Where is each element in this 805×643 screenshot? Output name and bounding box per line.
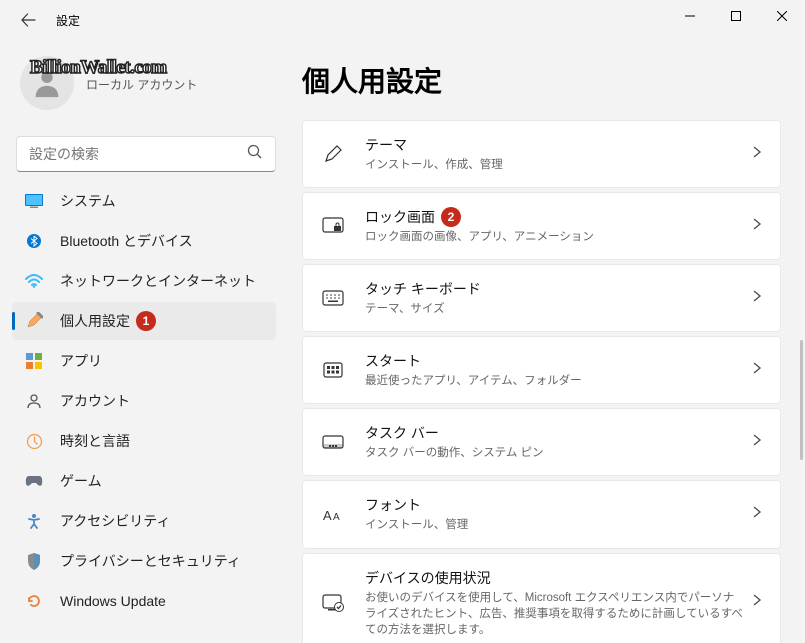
- nav-item-accounts[interactable]: アカウント: [12, 382, 276, 420]
- nav-label: プライバシーとセキュリティ: [60, 551, 241, 571]
- annotation-badge: 1: [136, 311, 156, 331]
- card-start[interactable]: スタート 最近使ったアプリ、アイテム、フォルダー: [302, 336, 781, 404]
- nav-item-network[interactable]: ネットワークとインターネット: [12, 262, 276, 300]
- page-title: 個人用設定: [302, 60, 781, 100]
- nav-label: システム: [60, 191, 116, 211]
- svg-text:A: A: [323, 508, 332, 523]
- apps-icon: [24, 351, 44, 371]
- person-icon: [24, 391, 44, 411]
- card-lock-screen[interactable]: ロック画面2 ロック画面の画像、アプリ、アニメーション: [302, 192, 781, 260]
- clock-globe-icon: [24, 431, 44, 451]
- back-button[interactable]: [14, 6, 42, 34]
- paintbrush-icon: [24, 311, 44, 331]
- card-desc: 最近使ったアプリ、アイテム、フォルダー: [365, 373, 744, 389]
- chevron-right-icon: [752, 361, 762, 380]
- start-icon: [321, 362, 345, 378]
- card-desc: インストール、管理: [365, 517, 744, 533]
- bluetooth-icon: [24, 231, 44, 251]
- nav-item-privacy[interactable]: プライバシーとセキュリティ: [12, 542, 276, 580]
- card-device-usage[interactable]: デバイスの使用状況 お使いのデバイスを使用して、Microsoft エクスペリエ…: [302, 553, 781, 643]
- nav-label: アプリ: [60, 351, 102, 371]
- nav-list: システム Bluetooth とデバイス ネットワークとインターネット 個人用設…: [12, 182, 290, 620]
- card-desc: タスク バーの動作、システム ピン: [365, 445, 744, 461]
- chevron-right-icon: [752, 289, 762, 308]
- titlebar: 設定: [0, 0, 805, 40]
- card-title: フォント: [365, 495, 744, 515]
- search-input[interactable]: [29, 146, 247, 162]
- avatar: [20, 56, 74, 110]
- sidebar: ローカル アカウント BillionWallet.com システム Blueto…: [0, 40, 290, 643]
- nav-label: 時刻と言語: [60, 431, 130, 451]
- nav-label: アクセシビリティ: [60, 511, 170, 531]
- account-type: ローカル アカウント: [86, 76, 197, 93]
- window-title: 設定: [56, 12, 80, 29]
- maximize-button[interactable]: [713, 0, 759, 32]
- profile-section[interactable]: ローカル アカウント BillionWallet.com: [12, 50, 290, 126]
- lock-screen-icon: [321, 217, 345, 235]
- nav-item-time-language[interactable]: 時刻と言語: [12, 422, 276, 460]
- nav-label: ゲーム: [60, 471, 102, 491]
- card-title: テーマ: [365, 135, 744, 155]
- card-title: スタート: [365, 351, 744, 371]
- card-desc: テーマ、サイズ: [365, 301, 744, 317]
- minimize-icon: [685, 11, 695, 21]
- maximize-icon: [731, 11, 741, 21]
- card-title: タスク バー: [365, 423, 744, 443]
- person-icon: [30, 66, 64, 100]
- card-title: タッチ キーボード: [365, 279, 744, 299]
- card-desc: お使いのデバイスを使用して、Microsoft エクスペリエンス内でパーソナライ…: [365, 590, 744, 638]
- search-box[interactable]: [16, 136, 276, 172]
- shield-icon: [24, 551, 44, 571]
- wifi-icon: [24, 271, 44, 291]
- nav-label: ネットワークとインターネット: [60, 271, 256, 291]
- nav-item-personalization[interactable]: 個人用設定 1: [12, 302, 276, 340]
- nav-label: Bluetooth とデバイス: [60, 231, 193, 251]
- monitor-icon: [24, 191, 44, 211]
- scrollbar-thumb[interactable]: [800, 340, 803, 460]
- card-desc: ロック画面の画像、アプリ、アニメーション: [365, 229, 744, 245]
- gamepad-icon: [24, 471, 44, 491]
- nav-label: Windows Update: [60, 593, 166, 609]
- taskbar-icon: [321, 435, 345, 449]
- chevron-right-icon: [752, 217, 762, 236]
- nav-item-apps[interactable]: アプリ: [12, 342, 276, 380]
- pen-icon: [321, 144, 345, 164]
- chevron-right-icon: [752, 593, 762, 612]
- card-desc: インストール、作成、管理: [365, 157, 744, 173]
- card-title: デバイスの使用状況: [365, 568, 744, 588]
- card-title: ロック画面2: [365, 207, 744, 227]
- nav-item-bluetooth[interactable]: Bluetooth とデバイス: [12, 222, 276, 260]
- back-arrow-icon: [20, 12, 36, 28]
- nav-label: 個人用設定: [60, 311, 130, 331]
- svg-text:A: A: [333, 512, 340, 523]
- chevron-right-icon: [752, 505, 762, 524]
- font-icon: AA: [321, 506, 345, 524]
- nav-item-system[interactable]: システム: [12, 182, 276, 220]
- close-icon: [777, 11, 787, 21]
- main-content: 個人用設定 テーマ インストール、作成、管理 ロック画面2 ロック画面の画像、ア…: [290, 40, 805, 643]
- annotation-badge: 2: [441, 207, 461, 227]
- nav-item-windows-update[interactable]: Windows Update: [12, 582, 276, 620]
- keyboard-icon: [321, 290, 345, 306]
- search-icon: [247, 144, 263, 165]
- nav-item-accessibility[interactable]: アクセシビリティ: [12, 502, 276, 540]
- accessibility-icon: [24, 511, 44, 531]
- close-button[interactable]: [759, 0, 805, 32]
- card-touch-keyboard[interactable]: タッチ キーボード テーマ、サイズ: [302, 264, 781, 332]
- device-check-icon: [321, 594, 345, 612]
- minimize-button[interactable]: [667, 0, 713, 32]
- nav-item-gaming[interactable]: ゲーム: [12, 462, 276, 500]
- nav-label: アカウント: [60, 391, 130, 411]
- card-fonts[interactable]: AA フォント インストール、管理: [302, 480, 781, 548]
- chevron-right-icon: [752, 433, 762, 452]
- card-themes[interactable]: テーマ インストール、作成、管理: [302, 120, 781, 188]
- update-icon: [24, 591, 44, 611]
- chevron-right-icon: [752, 145, 762, 164]
- card-taskbar[interactable]: タスク バー タスク バーの動作、システム ピン: [302, 408, 781, 476]
